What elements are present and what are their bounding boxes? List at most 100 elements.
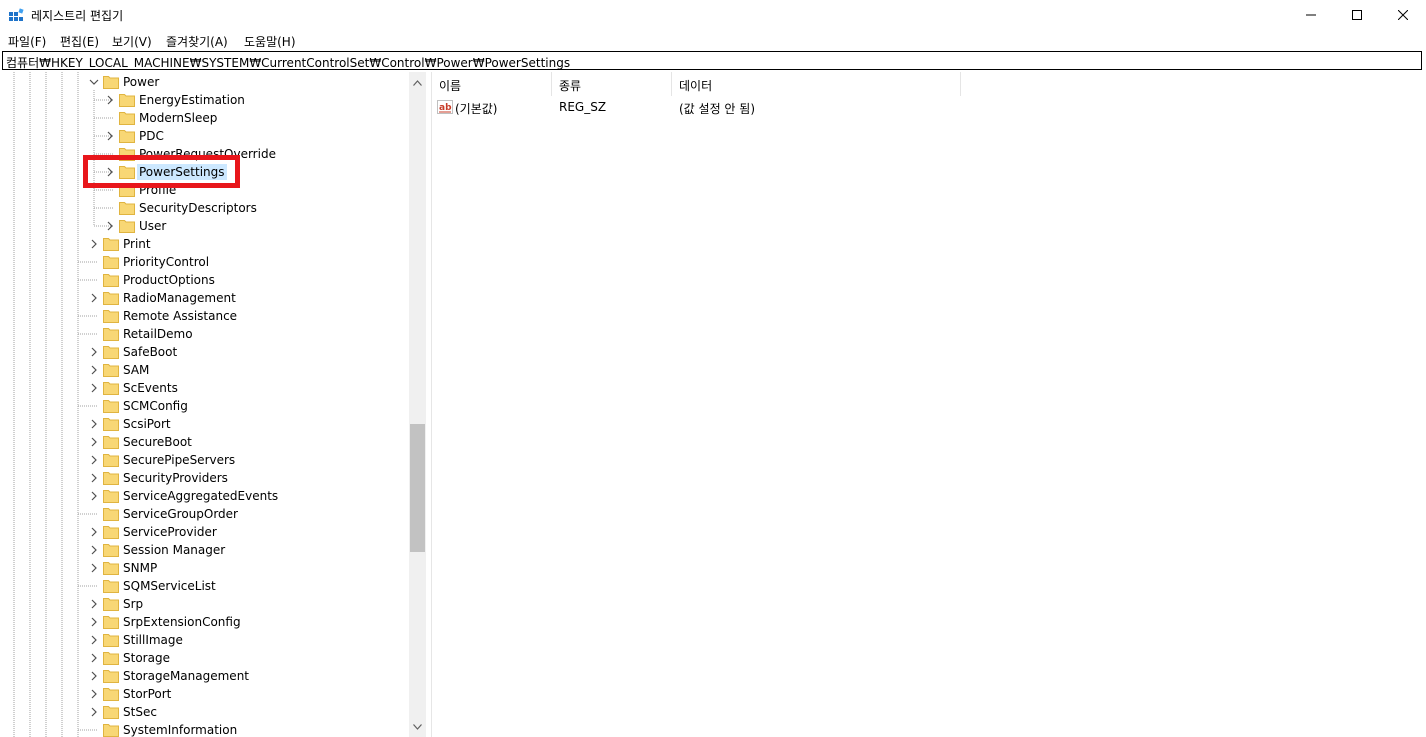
string-value-icon: ab (437, 100, 453, 114)
tree-item-stillimage[interactable]: StillImage (0, 631, 409, 649)
tree-item-srp[interactable]: Srp (0, 595, 409, 613)
chevron-right-icon[interactable] (89, 490, 99, 502)
column-header-name[interactable]: 이름 (432, 72, 552, 96)
folder-icon (103, 652, 119, 665)
chevron-right-icon[interactable] (105, 220, 115, 232)
tree-item-securitydescriptors[interactable]: SecurityDescriptors (0, 199, 409, 217)
maximize-button[interactable] (1334, 0, 1380, 30)
chevron-right-icon[interactable] (89, 418, 99, 430)
tree-item-label: ServiceAggregatedEvents (123, 489, 279, 503)
chevron-right-icon[interactable] (105, 94, 115, 106)
tree-item-securityproviders[interactable]: SecurityProviders (0, 469, 409, 487)
chevron-right-icon[interactable] (105, 130, 115, 142)
values-pane[interactable]: 이름 종류 데이터 ab (기본값) REG_SZ (값 설정 안 됨) (432, 72, 1426, 737)
highlight-box (83, 155, 240, 188)
tree-item-systeminformation[interactable]: SystemInformation (0, 721, 409, 737)
chevron-right-icon[interactable] (89, 544, 99, 556)
scroll-thumb[interactable] (410, 424, 425, 552)
tree-item-serviceaggregatedevents[interactable]: ServiceAggregatedEvents (0, 487, 409, 505)
folder-icon (119, 220, 135, 233)
chevron-right-icon[interactable] (89, 652, 99, 664)
chevron-right-icon[interactable] (89, 562, 99, 574)
column-header-data[interactable]: 데이터 (672, 72, 961, 96)
folder-icon (103, 472, 119, 485)
tree-item-storagemanagement[interactable]: StorageManagement (0, 667, 409, 685)
tree-item-session-manager[interactable]: Session Manager (0, 541, 409, 559)
tree-item-scevents[interactable]: ScEvents (0, 379, 409, 397)
close-button[interactable] (1380, 0, 1426, 30)
tree-item-safeboot[interactable]: SafeBoot (0, 343, 409, 361)
minimize-button[interactable] (1288, 0, 1334, 30)
value-name: (기본값) (455, 102, 498, 116)
tree-item-servicegrouporder[interactable]: ServiceGroupOrder (0, 505, 409, 523)
folder-icon (119, 112, 135, 125)
tree-item-sqmservicelist[interactable]: SQMServiceList (0, 577, 409, 595)
chevron-right-icon[interactable] (89, 616, 99, 628)
tree-item-srpextensionconfig[interactable]: SrpExtensionConfig (0, 613, 409, 631)
tree-item-sam[interactable]: SAM (0, 361, 409, 379)
chevron-right-icon[interactable] (89, 292, 99, 304)
tree-item-prioritycontrol[interactable]: PriorityControl (0, 253, 409, 271)
chevron-right-icon[interactable] (89, 688, 99, 700)
column-header-type[interactable]: 종류 (552, 72, 672, 96)
tree-item-storport[interactable]: StorPort (0, 685, 409, 703)
window-title: 레지스트리 편집기 (31, 9, 124, 23)
scroll-down-button[interactable] (409, 718, 426, 735)
chevron-right-icon[interactable] (89, 598, 99, 610)
value-data: (값 설정 안 됨) (679, 102, 756, 116)
tree-item-stsec[interactable]: StSec (0, 703, 409, 721)
folder-icon (119, 130, 135, 143)
menu-view[interactable]: 보기(V) (112, 33, 152, 50)
value-row[interactable]: ab (기본값) REG_SZ (값 설정 안 됨) (432, 97, 1426, 117)
chevron-right-icon[interactable] (89, 472, 99, 484)
folder-icon (103, 454, 119, 467)
menu-help[interactable]: 도움말(H) (244, 33, 296, 50)
chevron-right-icon[interactable] (89, 670, 99, 682)
scroll-up-button[interactable] (409, 74, 426, 91)
folder-icon (103, 562, 119, 575)
address-bar[interactable]: 컴퓨터₩HKEY_LOCAL_MACHINE₩SYSTEM₩CurrentCon… (2, 51, 1422, 70)
tree-item-modernsleep[interactable]: ModernSleep (0, 109, 409, 127)
folder-icon (103, 346, 119, 359)
tree-item-label: SecurePipeServers (123, 453, 236, 467)
chevron-right-icon[interactable] (89, 238, 99, 250)
tree-item-productoptions[interactable]: ProductOptions (0, 271, 409, 289)
tree-item-radiomanagement[interactable]: RadioManagement (0, 289, 409, 307)
tree-item-snmp[interactable]: SNMP (0, 559, 409, 577)
tree-item-user[interactable]: User (0, 217, 409, 235)
chevron-up-icon (413, 79, 422, 86)
tree-item-label: StSec (123, 705, 157, 719)
chevron-right-icon[interactable] (89, 436, 99, 448)
tree-item-scmconfig[interactable]: SCMConfig (0, 397, 409, 415)
chevron-right-icon[interactable] (89, 706, 99, 718)
tree-item-label: ServiceGroupOrder (123, 507, 238, 521)
menu-edit[interactable]: 편집(E) (60, 33, 99, 50)
tree-item-secureboot[interactable]: SecureBoot (0, 433, 409, 451)
chevron-right-icon[interactable] (89, 454, 99, 466)
chevron-right-icon[interactable] (89, 364, 99, 376)
chevron-right-icon[interactable] (89, 346, 99, 358)
menu-file[interactable]: 파일(F) (8, 33, 46, 50)
tree-item-retaildemo[interactable]: RetailDemo (0, 325, 409, 343)
chevron-right-icon[interactable] (89, 526, 99, 538)
folder-icon (103, 328, 119, 341)
address-path[interactable]: 컴퓨터₩HKEY_LOCAL_MACHINE₩SYSTEM₩CurrentCon… (6, 54, 570, 71)
tree-item-securepipeservers[interactable]: SecurePipeServers (0, 451, 409, 469)
tree-scrollbar[interactable] (409, 72, 426, 737)
tree-item-print[interactable]: Print (0, 235, 409, 253)
tree-item-storage[interactable]: Storage (0, 649, 409, 667)
tree-item-remote-assistance[interactable]: Remote Assistance (0, 307, 409, 325)
chevron-down-icon[interactable] (89, 76, 99, 88)
tree-item-label: ModernSleep (139, 111, 218, 125)
folder-icon (103, 256, 119, 269)
chevron-right-icon[interactable] (89, 634, 99, 646)
tree-item-scsiport[interactable]: ScsiPort (0, 415, 409, 433)
tree-item-energyestimation[interactable]: EnergyEstimation (0, 91, 409, 109)
tree-item-serviceprovider[interactable]: ServiceProvider (0, 523, 409, 541)
tree-item-pdc[interactable]: PDC (0, 127, 409, 145)
folder-icon (103, 76, 119, 89)
chevron-right-icon[interactable] (89, 382, 99, 394)
tree-item-power[interactable]: Power (0, 73, 409, 91)
menu-favorites[interactable]: 즐겨찾기(A) (166, 33, 228, 50)
tree-item-label: Session Manager (123, 543, 226, 557)
